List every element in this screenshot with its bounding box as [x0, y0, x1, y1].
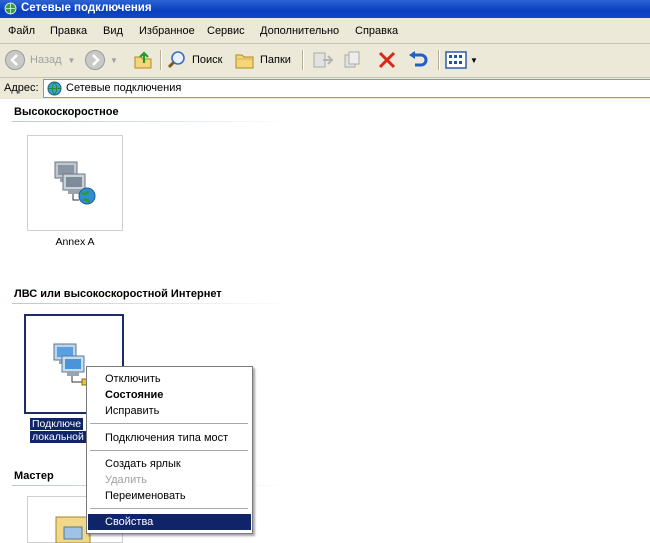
undo-button[interactable] — [406, 48, 430, 72]
connection-local-area-label-2: локальной — [30, 431, 86, 443]
search-label: Поиск — [192, 54, 223, 66]
menu-item-repair[interactable]: Исправить — [88, 403, 251, 419]
forward-arrow-icon — [85, 50, 105, 70]
menu-item-status[interactable]: Состояние — [88, 387, 251, 403]
menu-help[interactable]: Справка — [355, 25, 398, 37]
broadband-connection-icon — [54, 161, 96, 205]
group-title-lan: ЛВС или высокоскоростной Интернет — [14, 288, 222, 300]
address-label: Адрес: — [4, 82, 39, 94]
address-value: Сетевые подключения — [66, 82, 182, 94]
copy-to-button[interactable] — [342, 48, 366, 72]
menu-item-delete: Удалить — [105, 474, 147, 486]
folders-button[interactable]: Папки — [234, 48, 291, 72]
menu-view[interactable]: Вид — [103, 25, 123, 37]
folders-icon — [235, 54, 254, 69]
search-button[interactable]: Поиск — [166, 48, 222, 72]
views-button[interactable]: ▼ — [444, 48, 478, 72]
menu-item-create-shortcut[interactable]: Создать ярлык — [88, 456, 251, 472]
move-to-button[interactable] — [311, 48, 335, 72]
menu-separator — [90, 508, 248, 510]
move-to-icon — [313, 52, 334, 68]
address-bar: Адрес: Сетевые подключения — [0, 78, 650, 99]
menu-item-rename[interactable]: Переименовать — [88, 488, 251, 504]
connection-local-area-label-1: Подключе — [30, 418, 84, 430]
menu-tools[interactable]: Сервис — [207, 25, 245, 37]
folders-label: Папки — [260, 54, 291, 66]
menu-edit[interactable]: Правка — [50, 25, 87, 37]
group-title-broadband: Высокоскоростное — [14, 106, 119, 118]
group-title-wizard: Мастер — [14, 470, 54, 482]
menu-item-disable[interactable]: Отключить — [88, 371, 251, 387]
title-bar: Сетевые подключения — [0, 0, 650, 18]
delete-x-icon — [378, 51, 396, 69]
back-button[interactable]: Назад ▼ — [4, 48, 75, 72]
menu-separator — [90, 423, 248, 425]
undo-icon — [409, 51, 428, 67]
back-dropdown-icon[interactable]: ▼ — [68, 56, 76, 65]
context-menu: Отключить Состояние Исправить Подключени… — [86, 366, 253, 534]
menu-favorites[interactable]: Избранное — [139, 25, 195, 37]
delete-button[interactable] — [376, 48, 398, 72]
menu-advanced[interactable]: Дополнительно — [260, 25, 339, 37]
up-folder-icon — [134, 51, 152, 69]
back-arrow-icon — [5, 50, 25, 70]
connection-annex-a-label: Annex A — [55, 236, 95, 248]
up-folder-button[interactable] — [132, 48, 154, 72]
address-input[interactable]: Сетевые подключения — [43, 79, 650, 98]
menu-separator — [90, 450, 248, 452]
forward-dropdown-icon[interactable]: ▼ — [110, 56, 118, 65]
back-label: Назад — [30, 54, 62, 66]
menu-item-properties[interactable]: Свойства — [88, 514, 251, 530]
views-dropdown-icon[interactable]: ▼ — [470, 56, 478, 65]
group-divider — [12, 303, 292, 304]
network-connections-icon — [4, 2, 17, 15]
window-title: Сетевые подключения — [21, 2, 152, 14]
menu-item-bridge[interactable]: Подключения типа мост — [88, 430, 251, 446]
views-grid-icon — [445, 51, 467, 69]
menu-bar: Файл Правка Вид Избранное Сервис Дополни… — [0, 18, 650, 44]
search-icon — [167, 51, 185, 69]
menu-file[interactable]: Файл — [8, 25, 35, 37]
group-divider — [12, 121, 292, 122]
forward-button[interactable]: ▼ — [84, 48, 118, 72]
network-globe-icon — [47, 81, 62, 96]
toolbar: Назад ▼ ▼ Поиск Папки ▼ — [0, 44, 650, 78]
connection-annex-a[interactable] — [27, 135, 123, 231]
copy-to-icon — [344, 51, 360, 68]
